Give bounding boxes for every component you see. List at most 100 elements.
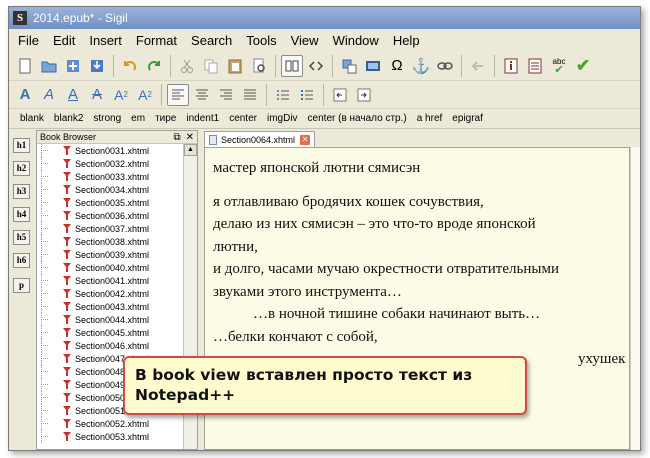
- text-line: и долго, часами мучаю окрестности отврат…: [213, 261, 559, 277]
- file-list-item[interactable]: Section0036.xhtml: [37, 209, 183, 222]
- xhtml-file-icon: [63, 341, 71, 350]
- file-list-item[interactable]: Section0037.xhtml: [37, 222, 183, 235]
- editor-scrollbar[interactable]: [630, 147, 640, 450]
- toc-icon[interactable]: [524, 55, 546, 77]
- file-list-item[interactable]: Section0041.xhtml: [37, 274, 183, 287]
- toolbar-separator: [494, 54, 495, 77]
- split-icon[interactable]: [338, 55, 360, 77]
- undo-icon[interactable]: [119, 55, 141, 77]
- menu-search[interactable]: Search: [184, 33, 239, 48]
- file-list-item[interactable]: Section0052.xhtml: [37, 417, 183, 430]
- underline-icon[interactable]: A: [62, 84, 84, 106]
- cut-icon[interactable]: [176, 55, 198, 77]
- increase-indent-icon[interactable]: [353, 84, 375, 106]
- insert-image-icon[interactable]: [362, 55, 384, 77]
- heading-h5-button[interactable]: h5: [13, 230, 30, 245]
- xhtml-file-icon: [63, 315, 71, 324]
- file-list-item[interactable]: Section0038.xhtml: [37, 235, 183, 248]
- tab-section0064[interactable]: Section0064.xhtml ✕: [204, 131, 316, 147]
- metadata-icon[interactable]: [500, 55, 522, 77]
- clip-tag[interactable]: center (в начало стр.): [303, 113, 412, 124]
- menu-view[interactable]: View: [284, 33, 326, 48]
- italic-icon[interactable]: A: [38, 84, 60, 106]
- float-panel-icon[interactable]: ⧉: [173, 132, 180, 143]
- paste-icon[interactable]: [224, 55, 246, 77]
- xhtml-file-icon: [63, 367, 71, 376]
- file-list-item[interactable]: Section0033.xhtml: [37, 170, 183, 183]
- close-tab-icon[interactable]: ✕: [300, 134, 311, 145]
- file-list-item[interactable]: Section0035.xhtml: [37, 196, 183, 209]
- tree-connector: [41, 163, 48, 164]
- file-list-item[interactable]: Section0034.xhtml: [37, 183, 183, 196]
- clip-tag[interactable]: strong: [88, 113, 126, 124]
- align-center-icon[interactable]: [191, 84, 213, 106]
- open-folder-icon[interactable]: [38, 55, 60, 77]
- menu-insert[interactable]: Insert: [82, 33, 129, 48]
- decrease-indent-icon[interactable]: [329, 84, 351, 106]
- menu-format[interactable]: Format: [129, 33, 184, 48]
- file-name: Section0038.xhtml: [75, 236, 150, 247]
- close-panel-icon[interactable]: ✕: [186, 132, 194, 143]
- print-preview-icon[interactable]: [248, 55, 270, 77]
- clip-tag[interactable]: blank: [15, 113, 49, 124]
- heading-h2-button[interactable]: h2: [13, 161, 30, 176]
- menu-help[interactable]: Help: [386, 33, 427, 48]
- clip-tag[interactable]: center: [224, 113, 262, 124]
- book-view-icon[interactable]: [281, 54, 303, 77]
- code-view-icon[interactable]: [305, 55, 327, 77]
- file-list-item[interactable]: Section0044.xhtml: [37, 313, 183, 326]
- bold-icon[interactable]: A: [14, 84, 36, 106]
- menu-window[interactable]: Window: [326, 33, 386, 48]
- align-right-icon[interactable]: [215, 84, 237, 106]
- new-file-icon[interactable]: [14, 55, 36, 77]
- save-icon[interactable]: [86, 55, 108, 77]
- heading-h6-button[interactable]: h6: [13, 253, 30, 268]
- file-list-item[interactable]: Section0045.xhtml: [37, 326, 183, 339]
- subscript-icon[interactable]: A2: [110, 84, 132, 106]
- heading-h3-button[interactable]: h3: [13, 184, 30, 199]
- strikethrough-icon[interactable]: A: [86, 84, 108, 106]
- file-list-item[interactable]: Section0046.xhtml: [37, 339, 183, 352]
- file-list-item[interactable]: Section0031.xhtml: [37, 144, 183, 157]
- anchor-icon[interactable]: ⚓: [410, 55, 432, 77]
- xhtml-file-icon: [63, 237, 71, 246]
- toolbar-separator: [266, 83, 267, 106]
- file-list-item[interactable]: Section0039.xhtml: [37, 248, 183, 261]
- copy-icon[interactable]: [200, 55, 222, 77]
- align-left-icon[interactable]: [167, 83, 189, 106]
- scroll-up-arrow-icon[interactable]: ▲: [184, 144, 197, 156]
- clip-tag[interactable]: a href: [412, 113, 448, 124]
- paragraph-button[interactable]: p: [13, 278, 30, 293]
- menu-file[interactable]: File: [11, 33, 46, 48]
- heading-h4-button[interactable]: h4: [13, 207, 30, 222]
- heading-h1-button[interactable]: h1: [13, 138, 30, 153]
- spellcheck-icon[interactable]: abc ✔: [548, 55, 570, 77]
- align-justify-icon[interactable]: [239, 84, 261, 106]
- file-list-item[interactable]: Section0053.xhtml: [37, 430, 183, 443]
- editor-tab-bar: Section0064.xhtml ✕: [202, 130, 640, 147]
- tree-connector: [41, 189, 48, 190]
- link-icon[interactable]: [434, 55, 456, 77]
- back-arrow-icon[interactable]: [467, 55, 489, 77]
- menu-tools[interactable]: Tools: [239, 33, 283, 48]
- special-char-icon[interactable]: Ω: [386, 55, 408, 77]
- file-list-item[interactable]: Section0032.xhtml: [37, 157, 183, 170]
- redo-icon[interactable]: [143, 55, 165, 77]
- clip-tag[interactable]: em: [126, 113, 150, 124]
- validate-check-icon[interactable]: ✔: [572, 55, 594, 77]
- menu-edit[interactable]: Edit: [46, 33, 82, 48]
- clip-tag[interactable]: indent1: [181, 113, 224, 124]
- file-list-item[interactable]: Section0040.xhtml: [37, 261, 183, 274]
- clip-tag[interactable]: imgDiv: [262, 113, 303, 124]
- clip-tag[interactable]: тире: [150, 113, 181, 124]
- bullet-list-icon[interactable]: [272, 84, 294, 106]
- file-list-item[interactable]: Section0042.xhtml: [37, 287, 183, 300]
- xhtml-file-icon: [63, 406, 71, 415]
- add-file-icon[interactable]: [62, 55, 84, 77]
- tree-connector: [41, 202, 48, 203]
- numbered-list-icon[interactable]: [296, 84, 318, 106]
- clip-tag[interactable]: blank2: [49, 113, 88, 124]
- file-list-item[interactable]: Section0043.xhtml: [37, 300, 183, 313]
- superscript-icon[interactable]: A2: [134, 84, 156, 106]
- clip-tag[interactable]: epigraf: [447, 113, 488, 124]
